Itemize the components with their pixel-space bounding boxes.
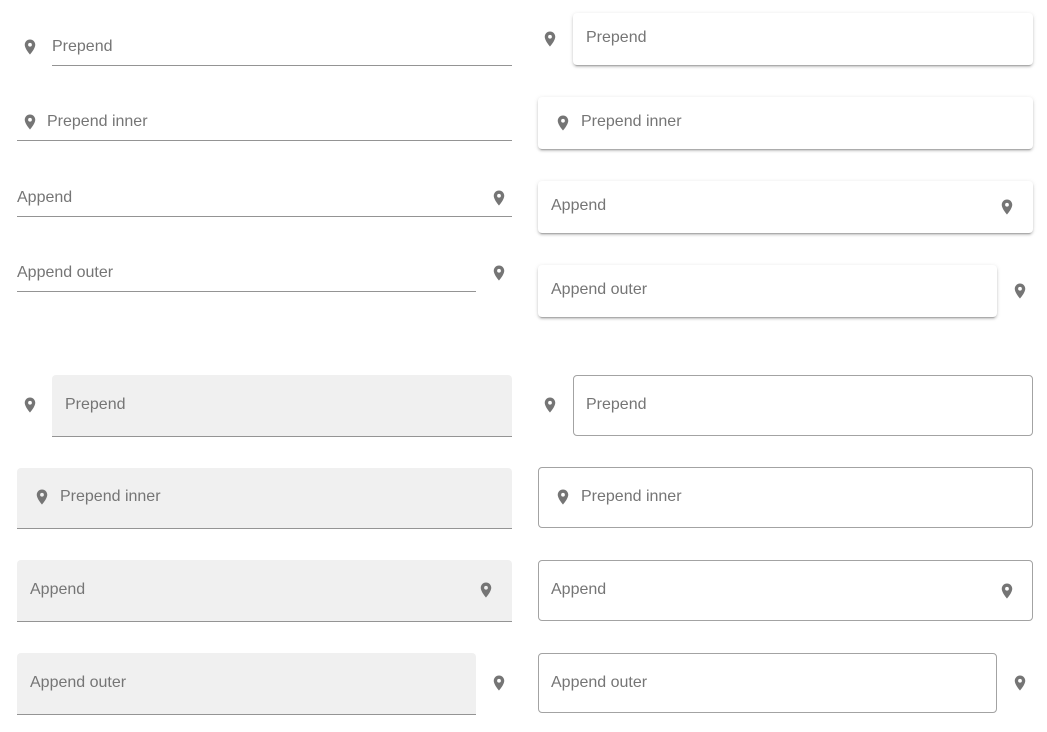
map-marker-icon[interactable] [477, 578, 495, 602]
filled-prepend-inner-input[interactable]: Prepend inner [17, 468, 512, 529]
map-marker-icon[interactable] [490, 261, 508, 285]
outlined-prepend-input[interactable]: Prepend [573, 375, 1033, 436]
standard-prepend-inner-input[interactable]: Prepend inner [17, 100, 512, 141]
map-marker-icon[interactable] [490, 186, 508, 210]
filled-append-outer-input[interactable]: Append outer [17, 653, 476, 715]
standard-prepend-input[interactable]: Prepend [52, 25, 512, 66]
map-marker-icon[interactable] [998, 579, 1016, 603]
map-marker-icon[interactable] [554, 111, 572, 135]
input-placeholder: Prepend [52, 38, 113, 55]
solo-prepend-input[interactable]: Prepend [573, 13, 1033, 65]
map-marker-icon[interactable] [998, 195, 1016, 219]
map-marker-icon[interactable] [33, 485, 51, 509]
map-marker-icon[interactable] [541, 393, 559, 417]
input-placeholder: Append outer [551, 674, 648, 691]
outlined-prepend-inner-input[interactable]: Prepend inner [538, 467, 1033, 528]
input-placeholder: Append [551, 197, 607, 214]
outlined-append-input[interactable]: Append [538, 560, 1033, 621]
input-placeholder: Prepend inner [60, 488, 161, 505]
input-placeholder: Prepend [586, 29, 647, 46]
outlined-append-outer-input[interactable]: Append outer [538, 653, 997, 713]
input-placeholder: Prepend [65, 396, 126, 413]
input-placeholder: Append [551, 581, 607, 598]
map-marker-icon[interactable] [554, 485, 572, 509]
map-marker-icon[interactable] [21, 393, 39, 417]
filled-prepend-input[interactable]: Prepend [52, 375, 512, 437]
input-placeholder: Append outer [551, 281, 648, 298]
input-placeholder: Append [17, 189, 73, 206]
filled-append-input[interactable]: Append [17, 560, 512, 622]
input-placeholder: Prepend inner [581, 113, 682, 130]
input-placeholder: Prepend inner [47, 113, 148, 130]
map-marker-icon[interactable] [21, 110, 39, 134]
map-marker-icon[interactable] [490, 671, 508, 695]
map-marker-icon[interactable] [541, 27, 559, 51]
standard-append-outer-input[interactable]: Append outer [17, 251, 476, 292]
input-placeholder: Prepend inner [581, 488, 682, 505]
solo-append-outer-input[interactable]: Append outer [538, 265, 997, 317]
map-marker-icon[interactable] [1011, 279, 1029, 303]
map-marker-icon[interactable] [1011, 671, 1029, 695]
input-placeholder: Append [30, 581, 86, 598]
solo-append-input[interactable]: Append [538, 181, 1033, 233]
input-placeholder: Append outer [17, 264, 114, 281]
input-placeholder: Prepend [586, 396, 647, 413]
map-marker-icon[interactable] [21, 35, 39, 59]
input-placeholder: Append outer [30, 674, 127, 691]
standard-append-input[interactable]: Append [17, 176, 512, 217]
solo-prepend-inner-input[interactable]: Prepend inner [538, 97, 1033, 149]
